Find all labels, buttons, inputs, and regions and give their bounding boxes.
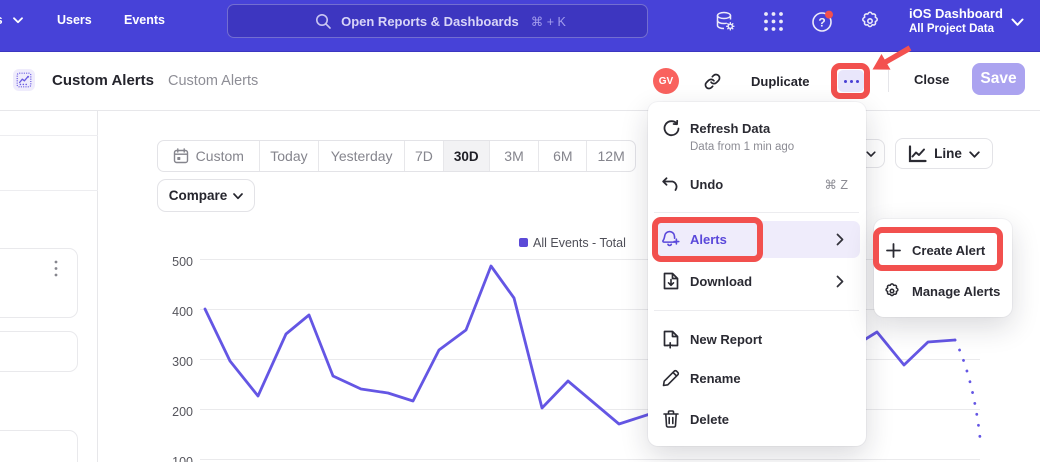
svg-text:?: ? — [818, 15, 825, 29]
